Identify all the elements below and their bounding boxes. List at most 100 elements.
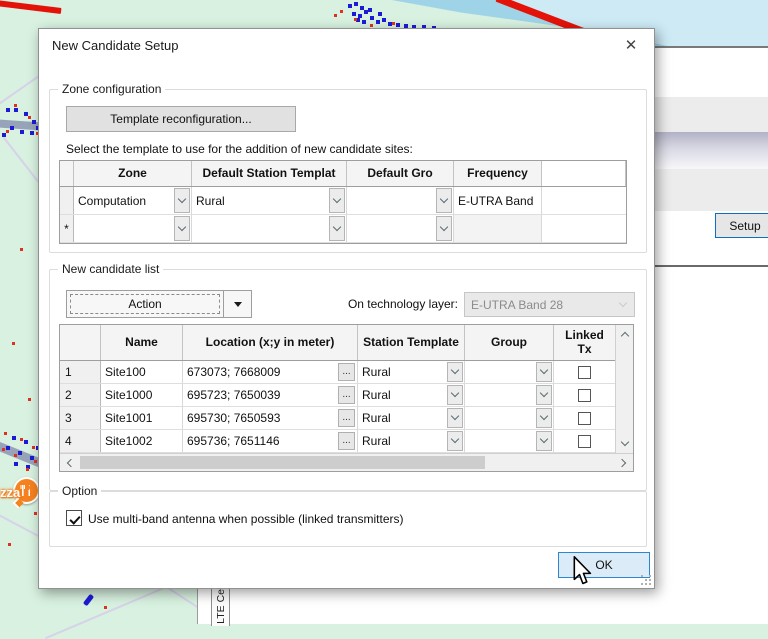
multiband-checkbox[interactable]	[66, 510, 82, 526]
tab-lte-cells[interactable]: LTE Ce	[211, 583, 230, 626]
linked-tx-checkbox[interactable]	[578, 388, 591, 402]
station-template-combo-button[interactable]	[447, 431, 463, 451]
scroll-up-button[interactable]	[616, 325, 633, 343]
group-combo-button[interactable]	[536, 385, 552, 405]
name-cell[interactable]: Site1000	[101, 384, 183, 406]
zone-combo-button[interactable]	[174, 188, 190, 213]
default-group-combo-button[interactable]	[436, 188, 452, 213]
station-template-cell[interactable]: Rural	[192, 187, 347, 214]
location-cell[interactable]: 695723; 7650039 ...	[183, 384, 358, 406]
location-cell[interactable]: 673073; 7668009 ...	[183, 361, 358, 383]
action-dropdown-button[interactable]	[224, 290, 252, 318]
station-template-value: Rural	[362, 365, 391, 379]
row-number[interactable]: 3	[60, 407, 101, 429]
resize-grip[interactable]	[641, 575, 651, 585]
group-cell[interactable]	[465, 430, 554, 452]
group-cell[interactable]	[465, 384, 554, 406]
table-row: 2 Site1000 695723; 7650039 ... Rural	[60, 384, 615, 407]
station-template-combo-button[interactable]	[447, 362, 463, 382]
chevron-down-icon	[539, 388, 549, 398]
frequency-cell[interactable]: E-UTRA Band	[454, 187, 542, 214]
empty-cell	[542, 187, 626, 214]
default-group-cell[interactable]	[347, 187, 454, 214]
map-dots-red-shoreline	[340, 10, 343, 13]
scroll-left-button[interactable]	[60, 454, 78, 471]
zone-combo-button[interactable]	[174, 216, 190, 241]
chevron-down-icon	[439, 222, 449, 231]
template-instruction-text: Select the template to use for the addit…	[66, 142, 413, 156]
cand-col-rowheader	[60, 325, 101, 360]
station-template-cell[interactable]: Rural	[358, 407, 465, 429]
linked-tx-checkbox[interactable]	[578, 411, 591, 425]
row-number[interactable]: 1	[60, 361, 101, 383]
name-cell[interactable]: Site100	[101, 361, 183, 383]
station-template-combo-button[interactable]	[447, 385, 463, 405]
station-template-cell[interactable]: Rural	[358, 384, 465, 406]
map-dots-red-poi	[4, 432, 7, 435]
chevron-down-icon	[539, 434, 549, 444]
row-number[interactable]: 4	[60, 430, 101, 452]
default-group-cell[interactable]	[347, 215, 454, 242]
action-button[interactable]: Action	[66, 290, 224, 318]
chevron-down-icon	[332, 194, 342, 203]
zone-cell[interactable]	[74, 215, 192, 242]
location-cell[interactable]: 695736; 7651146 ...	[183, 430, 358, 452]
new-row-marker[interactable]: *	[60, 215, 74, 242]
cand-col-station-template: Station Template	[358, 325, 465, 360]
fork-knife-icon	[20, 485, 30, 496]
close-button[interactable]: ✕	[614, 31, 648, 59]
zone-col-default-station-template: Default Station Templat	[192, 161, 347, 186]
browse-button[interactable]: ...	[338, 386, 355, 404]
setup-button[interactable]: Setup	[715, 213, 768, 238]
map-road-minor	[2, 136, 42, 186]
station-template-combo-button[interactable]	[329, 216, 345, 241]
template-reconfiguration-button[interactable]: Template reconfiguration...	[66, 106, 296, 132]
station-template-cell[interactable]: Rural	[358, 430, 465, 452]
station-template-cell[interactable]: Rural	[358, 361, 465, 383]
zone-value: Computation	[78, 193, 147, 208]
zone-col-frequency: Frequency	[454, 161, 542, 186]
action-split-button: Action	[66, 290, 252, 318]
browse-button[interactable]: ...	[338, 432, 355, 450]
name-cell[interactable]: Site1001	[101, 407, 183, 429]
linked-tx-cell	[554, 430, 615, 452]
vertical-scroll-track[interactable]	[616, 343, 633, 435]
linked-tx-checkbox[interactable]	[578, 365, 591, 379]
scroll-down-button[interactable]	[616, 435, 633, 453]
group-combo-button[interactable]	[536, 362, 552, 382]
row-number[interactable]: 2	[60, 384, 101, 406]
station-template-combo-button[interactable]	[447, 408, 463, 428]
browse-button[interactable]: ...	[338, 409, 355, 427]
group-cell[interactable]	[465, 361, 554, 383]
row-selector[interactable]	[60, 187, 74, 214]
station-template-cell[interactable]	[192, 215, 347, 242]
technology-layer-label: On technology layer:	[347, 297, 458, 311]
station-template-value: Rural	[362, 411, 391, 425]
group-cell[interactable]	[465, 407, 554, 429]
station-template-combo-button[interactable]	[329, 188, 345, 213]
horizontal-scroll-thumb[interactable]	[80, 456, 485, 469]
chevron-down-icon	[450, 388, 460, 398]
technology-layer-value: E-UTRA Band 28	[471, 297, 564, 312]
browse-button[interactable]: ...	[338, 363, 355, 381]
name-cell[interactable]: Site1002	[101, 430, 183, 452]
mouse-cursor-icon	[572, 556, 594, 591]
default-group-combo-button[interactable]	[436, 216, 452, 241]
horizontal-scroll-track[interactable]	[78, 454, 615, 471]
zone-table-header-row: Zone Default Station Templat Default Gro…	[60, 161, 626, 187]
scroll-right-button[interactable]	[615, 454, 633, 471]
group-combo-button[interactable]	[536, 408, 552, 428]
linked-tx-checkbox[interactable]	[578, 434, 591, 448]
group-combo-button[interactable]	[536, 431, 552, 451]
table-row: 4 Site1002 695736; 7651146 ... Rural	[60, 430, 615, 453]
dropdown-triangle-icon	[233, 301, 242, 307]
frequency-cell	[454, 215, 542, 242]
map-dots-cluster-poi	[12, 436, 16, 440]
map-road-minor	[0, 74, 41, 108]
close-icon: ✕	[624, 37, 638, 54]
dialog-title-bar[interactable]: New Candidate Setup ✕	[39, 29, 654, 61]
location-cell[interactable]: 695730; 7650593 ...	[183, 407, 358, 429]
zone-cell[interactable]: Computation	[74, 187, 192, 214]
zone-col-default-group: Default Gro	[347, 161, 454, 186]
chevron-down-icon	[539, 411, 549, 421]
